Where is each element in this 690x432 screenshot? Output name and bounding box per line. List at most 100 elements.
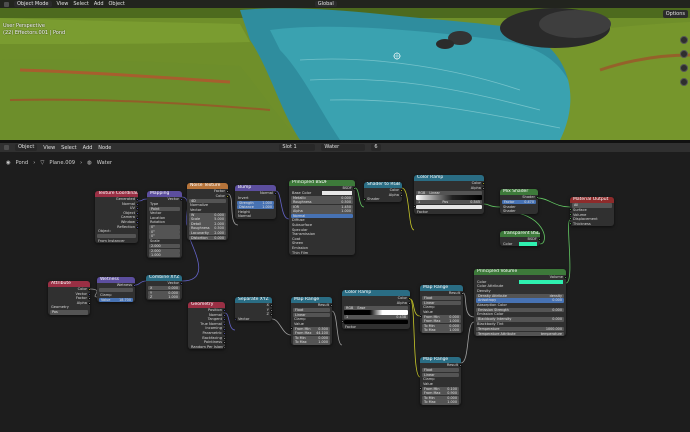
temperature-attribute-field[interactable]: Temperature Attribute temperature bbox=[476, 331, 564, 336]
range-field[interactable]: To Max 1.000 bbox=[422, 400, 459, 405]
socket-icon[interactable] bbox=[270, 308, 272, 312]
object-picker[interactable] bbox=[97, 234, 136, 239]
menu-add[interactable]: Add bbox=[94, 1, 104, 7]
node-maprange3[interactable]: Map Range Result Float Linear Clamp Value From… bbox=[420, 357, 461, 406]
temperature-field[interactable]: Temperature 1000.000 bbox=[476, 327, 564, 332]
socket-icon[interactable] bbox=[223, 309, 225, 313]
scale-field[interactable]: 1.000 bbox=[149, 253, 180, 258]
menu-node[interactable]: Node bbox=[98, 145, 111, 151]
socket-icon[interactable] bbox=[226, 194, 228, 198]
socket-icon[interactable] bbox=[400, 193, 402, 197]
menu-view[interactable]: View bbox=[43, 145, 55, 151]
color-row[interactable]: Color bbox=[500, 242, 540, 247]
node-noise[interactable]: Noise Texture Factor Color 4D Normalize Vecto… bbox=[187, 183, 228, 241]
menu-add[interactable]: Add bbox=[83, 145, 93, 151]
object-type-dropdown[interactable]: Object bbox=[15, 144, 38, 151]
emission-strength-field[interactable]: Emission Strength 0.000 bbox=[476, 307, 564, 313]
socket-icon[interactable] bbox=[136, 207, 138, 211]
socket-icon[interactable] bbox=[136, 198, 138, 202]
stop-color-swatch[interactable] bbox=[416, 204, 482, 210]
xyz-field[interactable]: Y 0.000 bbox=[148, 290, 180, 295]
range-field[interactable]: To Min 0.000 bbox=[422, 323, 461, 329]
noise-field[interactable]: Lacunarity 2.000 bbox=[189, 231, 226, 236]
socket-icon[interactable] bbox=[136, 212, 138, 215]
pan-icon[interactable] bbox=[680, 50, 688, 58]
node-output[interactable]: Material Output All Surface Volume Displacem… bbox=[570, 197, 614, 227]
noise-field[interactable]: Roughness 0.500 bbox=[189, 226, 226, 231]
stop-row[interactable]: 1 Pos 0.545 bbox=[416, 200, 482, 205]
attribute-name-field[interactable]: Pos bbox=[50, 310, 88, 315]
socket-icon[interactable] bbox=[223, 313, 225, 317]
socket-icon[interactable] bbox=[223, 332, 225, 336]
editor-type-icon[interactable] bbox=[4, 1, 9, 7]
interpolation-dropdown[interactable]: Linear bbox=[293, 312, 330, 317]
type-dropdown[interactable]: Float bbox=[422, 295, 461, 301]
node-combine[interactable]: Combine XYZ Vector X 0.000 Y 0.000 Z 1.000 bbox=[146, 275, 182, 300]
interpolation-dropdown[interactable]: Linear bbox=[422, 300, 461, 305]
node-ramp2[interactable]: Color Ramp Color Alpha RGB Ease 1 0.438 Factor bbox=[342, 290, 410, 330]
node-transparent[interactable]: Transparent BSDF BSDF Color bbox=[500, 231, 540, 247]
node-texcoord[interactable]: Texture Coordinate Generated Normal UV Objec… bbox=[95, 191, 138, 244]
value-field[interactable]: Value 18.700 bbox=[99, 297, 133, 302]
socket-icon[interactable] bbox=[564, 276, 566, 280]
type-dropdown[interactable]: Float bbox=[293, 307, 330, 313]
ortho-grid-icon[interactable] bbox=[680, 78, 688, 86]
blackbody-field[interactable]: Blackbody Intensity 0.000 bbox=[476, 317, 564, 322]
socket-icon[interactable] bbox=[408, 301, 410, 305]
range-field[interactable]: From Min 0.500 bbox=[293, 326, 330, 331]
factor-field[interactable]: Factor 0.470 bbox=[502, 199, 536, 205]
camera-icon[interactable] bbox=[680, 64, 688, 72]
socket-icon[interactable] bbox=[180, 282, 182, 286]
principled-field[interactable]: IOR 1.450 bbox=[291, 204, 353, 209]
socket-icon[interactable] bbox=[88, 288, 90, 292]
socket-icon[interactable] bbox=[88, 297, 90, 301]
socket-icon[interactable] bbox=[538, 238, 540, 242]
xyz-field[interactable]: X 0.000 bbox=[148, 285, 180, 291]
socket-icon[interactable] bbox=[133, 284, 135, 288]
menu-select[interactable]: Select bbox=[73, 1, 88, 7]
orientation-dropdown[interactable]: Global bbox=[314, 1, 337, 7]
color-ramp-gradient[interactable] bbox=[416, 195, 482, 200]
rotation-field[interactable]: 0° bbox=[149, 225, 180, 230]
anisotropy-field[interactable]: Anisotropy 0.000 bbox=[476, 298, 564, 303]
stop-row[interactable]: 1 0.438 bbox=[344, 315, 408, 320]
menu-view[interactable]: View bbox=[57, 1, 69, 7]
node-maprange2[interactable]: Map Range Result Float Linear Clamp Value From… bbox=[420, 285, 463, 334]
type-dropdown[interactable]: Point bbox=[149, 206, 180, 211]
socket-icon[interactable] bbox=[482, 186, 484, 190]
node-header[interactable]: Material Output bbox=[570, 197, 614, 203]
range-field[interactable]: From Max 0.900 bbox=[422, 391, 459, 396]
menu-select[interactable]: Select bbox=[61, 145, 76, 151]
menu-object[interactable]: Object bbox=[109, 1, 125, 7]
color-swatch[interactable] bbox=[519, 280, 563, 284]
xyz-field[interactable]: Z 1.000 bbox=[148, 295, 180, 300]
material-field[interactable]: Water bbox=[321, 144, 366, 151]
interpolation-dropdown[interactable]: Linear bbox=[422, 372, 459, 377]
node-mapping[interactable]: Mapping Vector Type Point Vector Location Rota… bbox=[147, 191, 182, 258]
node-volume[interactable]: Principled Volume Volume Color Color Attrib… bbox=[474, 269, 566, 337]
base-color-row[interactable]: Base Color bbox=[289, 191, 355, 196]
socket-icon[interactable] bbox=[226, 190, 228, 194]
range-field[interactable]: From Max 44.100 bbox=[293, 331, 330, 336]
socket-icon[interactable] bbox=[136, 225, 138, 229]
socket-icon[interactable] bbox=[482, 182, 484, 186]
node-maprange1[interactable]: Map Range Result Float Linear Clamp Value From… bbox=[291, 297, 332, 346]
noise-field[interactable]: W 0.000 bbox=[189, 212, 226, 217]
range-field[interactable]: To Max 1.000 bbox=[422, 328, 461, 333]
socket-icon[interactable] bbox=[570, 221, 572, 225]
scale-field[interactable]: 2.000 bbox=[149, 248, 180, 253]
color-swatch[interactable] bbox=[519, 242, 537, 246]
socket-icon[interactable] bbox=[353, 187, 355, 191]
node-bump[interactable]: Bump Normal Invert Strength 1.000 Distance 1.0… bbox=[235, 185, 276, 219]
density-attribute-field[interactable]: Density Attribute density bbox=[476, 293, 564, 298]
node-editor-type-icon[interactable] bbox=[4, 145, 9, 150]
mode-dropdown[interactable]: Object Mode bbox=[14, 1, 52, 7]
rotation-field[interactable]: 0° bbox=[149, 229, 180, 235]
node-attribute[interactable]: Attribute Color Vector Factor Alpha Geometry P… bbox=[48, 281, 90, 315]
socket-icon[interactable] bbox=[136, 216, 138, 220]
range-field[interactable]: To Min 0.000 bbox=[293, 335, 330, 341]
range-field[interactable]: From Min 0.100 bbox=[422, 386, 459, 391]
base-color-swatch[interactable] bbox=[322, 191, 352, 195]
ramp-controls[interactable]: RGB Linear bbox=[416, 190, 482, 195]
principled-field[interactable]: Roughness 0.500 bbox=[291, 200, 353, 205]
